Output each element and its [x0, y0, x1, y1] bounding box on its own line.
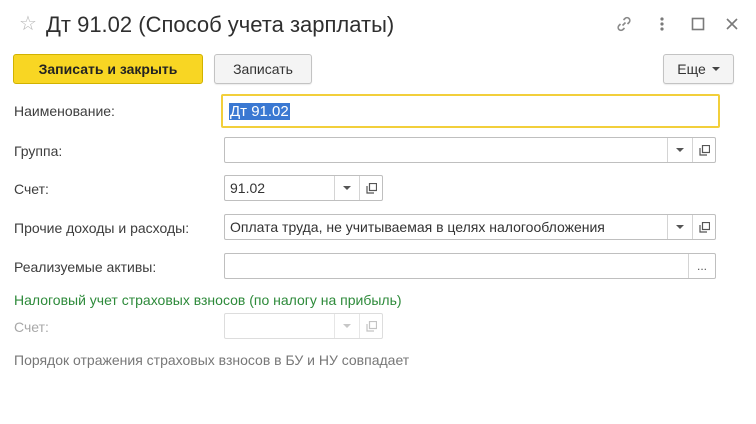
- close-icon[interactable]: [720, 12, 744, 36]
- more-button-label: Еще: [677, 61, 706, 77]
- maximize-icon[interactable]: [686, 12, 710, 36]
- other-income-expense-label: Прочие доходы и расходы:: [14, 220, 190, 236]
- realized-assets-field[interactable]: ...: [224, 253, 716, 279]
- open-icon[interactable]: [692, 215, 715, 239]
- chevron-down-icon: [711, 67, 720, 71]
- other-income-expense-field[interactable]: Оплата труда, не учитываемая в целях нал…: [224, 214, 716, 240]
- group-field[interactable]: [224, 137, 716, 163]
- window-title: Дт 91.02 (Способ учета зарплаты): [46, 12, 395, 37]
- name-input[interactable]: Дт 91.02: [221, 94, 720, 128]
- open-icon[interactable]: [692, 138, 715, 162]
- favorite-star-icon[interactable]: ☆: [19, 12, 37, 36]
- other-income-expense-value: Оплата труда, не учитываемая в целях нал…: [230, 219, 605, 235]
- name-input-value: Дт 91.02: [229, 102, 290, 120]
- account-label: Счет:: [14, 181, 49, 197]
- tax-section-title: Налоговый учет страховых взносов (по нал…: [14, 292, 402, 308]
- tax-note: Порядок отражения страховых взносов в БУ…: [14, 352, 410, 368]
- open-icon[interactable]: [359, 314, 382, 338]
- tax-account-label: Счет:: [14, 319, 49, 335]
- account-field[interactable]: 91.02: [224, 175, 383, 201]
- chevron-down-icon[interactable]: [667, 138, 692, 162]
- tax-account-field[interactable]: [224, 313, 383, 339]
- more-vertical-icon[interactable]: [650, 12, 674, 36]
- save-button[interactable]: Записать: [214, 54, 312, 84]
- save-and-close-button[interactable]: Записать и закрыть: [13, 54, 203, 84]
- chevron-down-icon[interactable]: [334, 314, 359, 338]
- select-button[interactable]: ...: [688, 254, 715, 278]
- chevron-down-icon[interactable]: [334, 176, 359, 200]
- more-button[interactable]: Еще: [663, 54, 734, 84]
- open-icon[interactable]: [359, 176, 382, 200]
- chevron-down-icon[interactable]: [667, 215, 692, 239]
- realized-assets-label: Реализуемые активы:: [14, 259, 157, 275]
- account-field-value: 91.02: [230, 180, 266, 196]
- name-label: Наименование:: [14, 103, 115, 119]
- group-label: Группа:: [14, 143, 63, 159]
- link-icon[interactable]: [612, 12, 636, 36]
